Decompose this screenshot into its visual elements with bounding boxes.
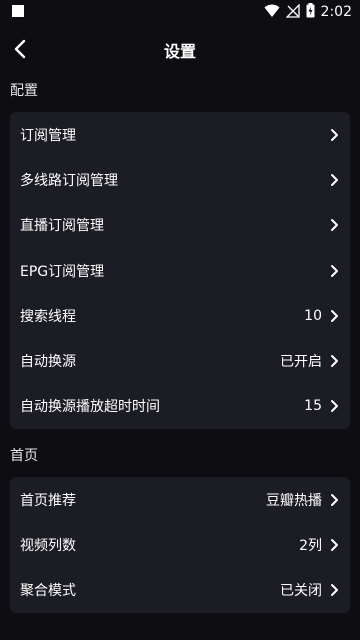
chevron-right-icon xyxy=(328,538,340,552)
setting-row-live-subscription[interactable]: 直播订阅管理 xyxy=(10,203,350,248)
setting-label: 视频列数 xyxy=(20,538,76,555)
chevron-right-icon xyxy=(328,218,340,232)
chevron-right-icon xyxy=(328,309,340,323)
setting-label: EPG订阅管理 xyxy=(20,263,105,280)
chevron-right-icon xyxy=(328,399,340,413)
settings-card-config: 订阅管理 多线路订阅管理 直播订阅管理 EPG订阅管理 搜索线程 10 自动换源… xyxy=(10,112,350,430)
setting-row-video-columns[interactable]: 视频列数 2列 xyxy=(10,522,350,567)
page-title: 设置 xyxy=(163,42,196,61)
chevron-right-icon xyxy=(328,128,340,142)
chevron-right-icon xyxy=(328,173,340,187)
setting-row-auto-switch-source[interactable]: 自动换源 已开启 xyxy=(10,338,350,383)
chevron-right-icon xyxy=(328,354,340,368)
wifi-icon xyxy=(264,3,280,22)
setting-label: 首页推荐 xyxy=(20,492,76,509)
setting-label: 订阅管理 xyxy=(20,127,76,144)
setting-value: 豆瓣热播 xyxy=(266,492,322,509)
setting-label: 自动换源播放超时时间 xyxy=(20,399,160,416)
setting-label: 直播订阅管理 xyxy=(20,218,104,235)
chevron-right-icon xyxy=(328,264,340,278)
setting-row-subscription[interactable]: 订阅管理 xyxy=(10,112,350,157)
setting-label: 多线路订阅管理 xyxy=(20,172,118,189)
setting-row-multiline-subscription[interactable]: 多线路订阅管理 xyxy=(10,157,350,202)
notification-square-icon xyxy=(12,5,24,17)
battery-charging-icon xyxy=(306,2,315,22)
setting-label: 自动换源 xyxy=(20,354,76,371)
no-signal-icon xyxy=(284,2,300,22)
settings-card-home: 首页推荐 豆瓣热播 视频列数 2列 聚合模式 已关闭 xyxy=(10,477,350,613)
setting-value: 2列 xyxy=(299,538,322,555)
setting-value: 10 xyxy=(304,307,322,324)
setting-row-aggregate-mode[interactable]: 聚合模式 已关闭 xyxy=(10,568,350,613)
status-bar: 2:02 xyxy=(0,0,360,24)
status-icons: 2:02 xyxy=(264,0,352,24)
chevron-right-icon xyxy=(328,583,340,597)
section-label-home: 首页 xyxy=(10,448,38,465)
clock-time: 2:02 xyxy=(320,4,352,20)
setting-row-epg-subscription[interactable]: EPG订阅管理 xyxy=(10,248,350,293)
setting-label: 搜索线程 xyxy=(20,308,76,325)
section-label-config: 配置 xyxy=(10,83,38,99)
setting-row-home-recommend[interactable]: 首页推荐 豆瓣热播 xyxy=(10,477,350,522)
setting-row-auto-switch-timeout[interactable]: 自动换源播放超时时间 15 xyxy=(10,384,350,429)
app-header: 设置 xyxy=(0,24,360,74)
setting-label: 聚合模式 xyxy=(20,583,76,600)
setting-value: 已关闭 xyxy=(280,583,322,600)
setting-row-search-threads[interactable]: 搜索线程 10 xyxy=(10,293,350,338)
chevron-right-icon xyxy=(328,493,340,507)
setting-value: 已开启 xyxy=(280,354,322,371)
setting-value: 15 xyxy=(304,398,322,415)
